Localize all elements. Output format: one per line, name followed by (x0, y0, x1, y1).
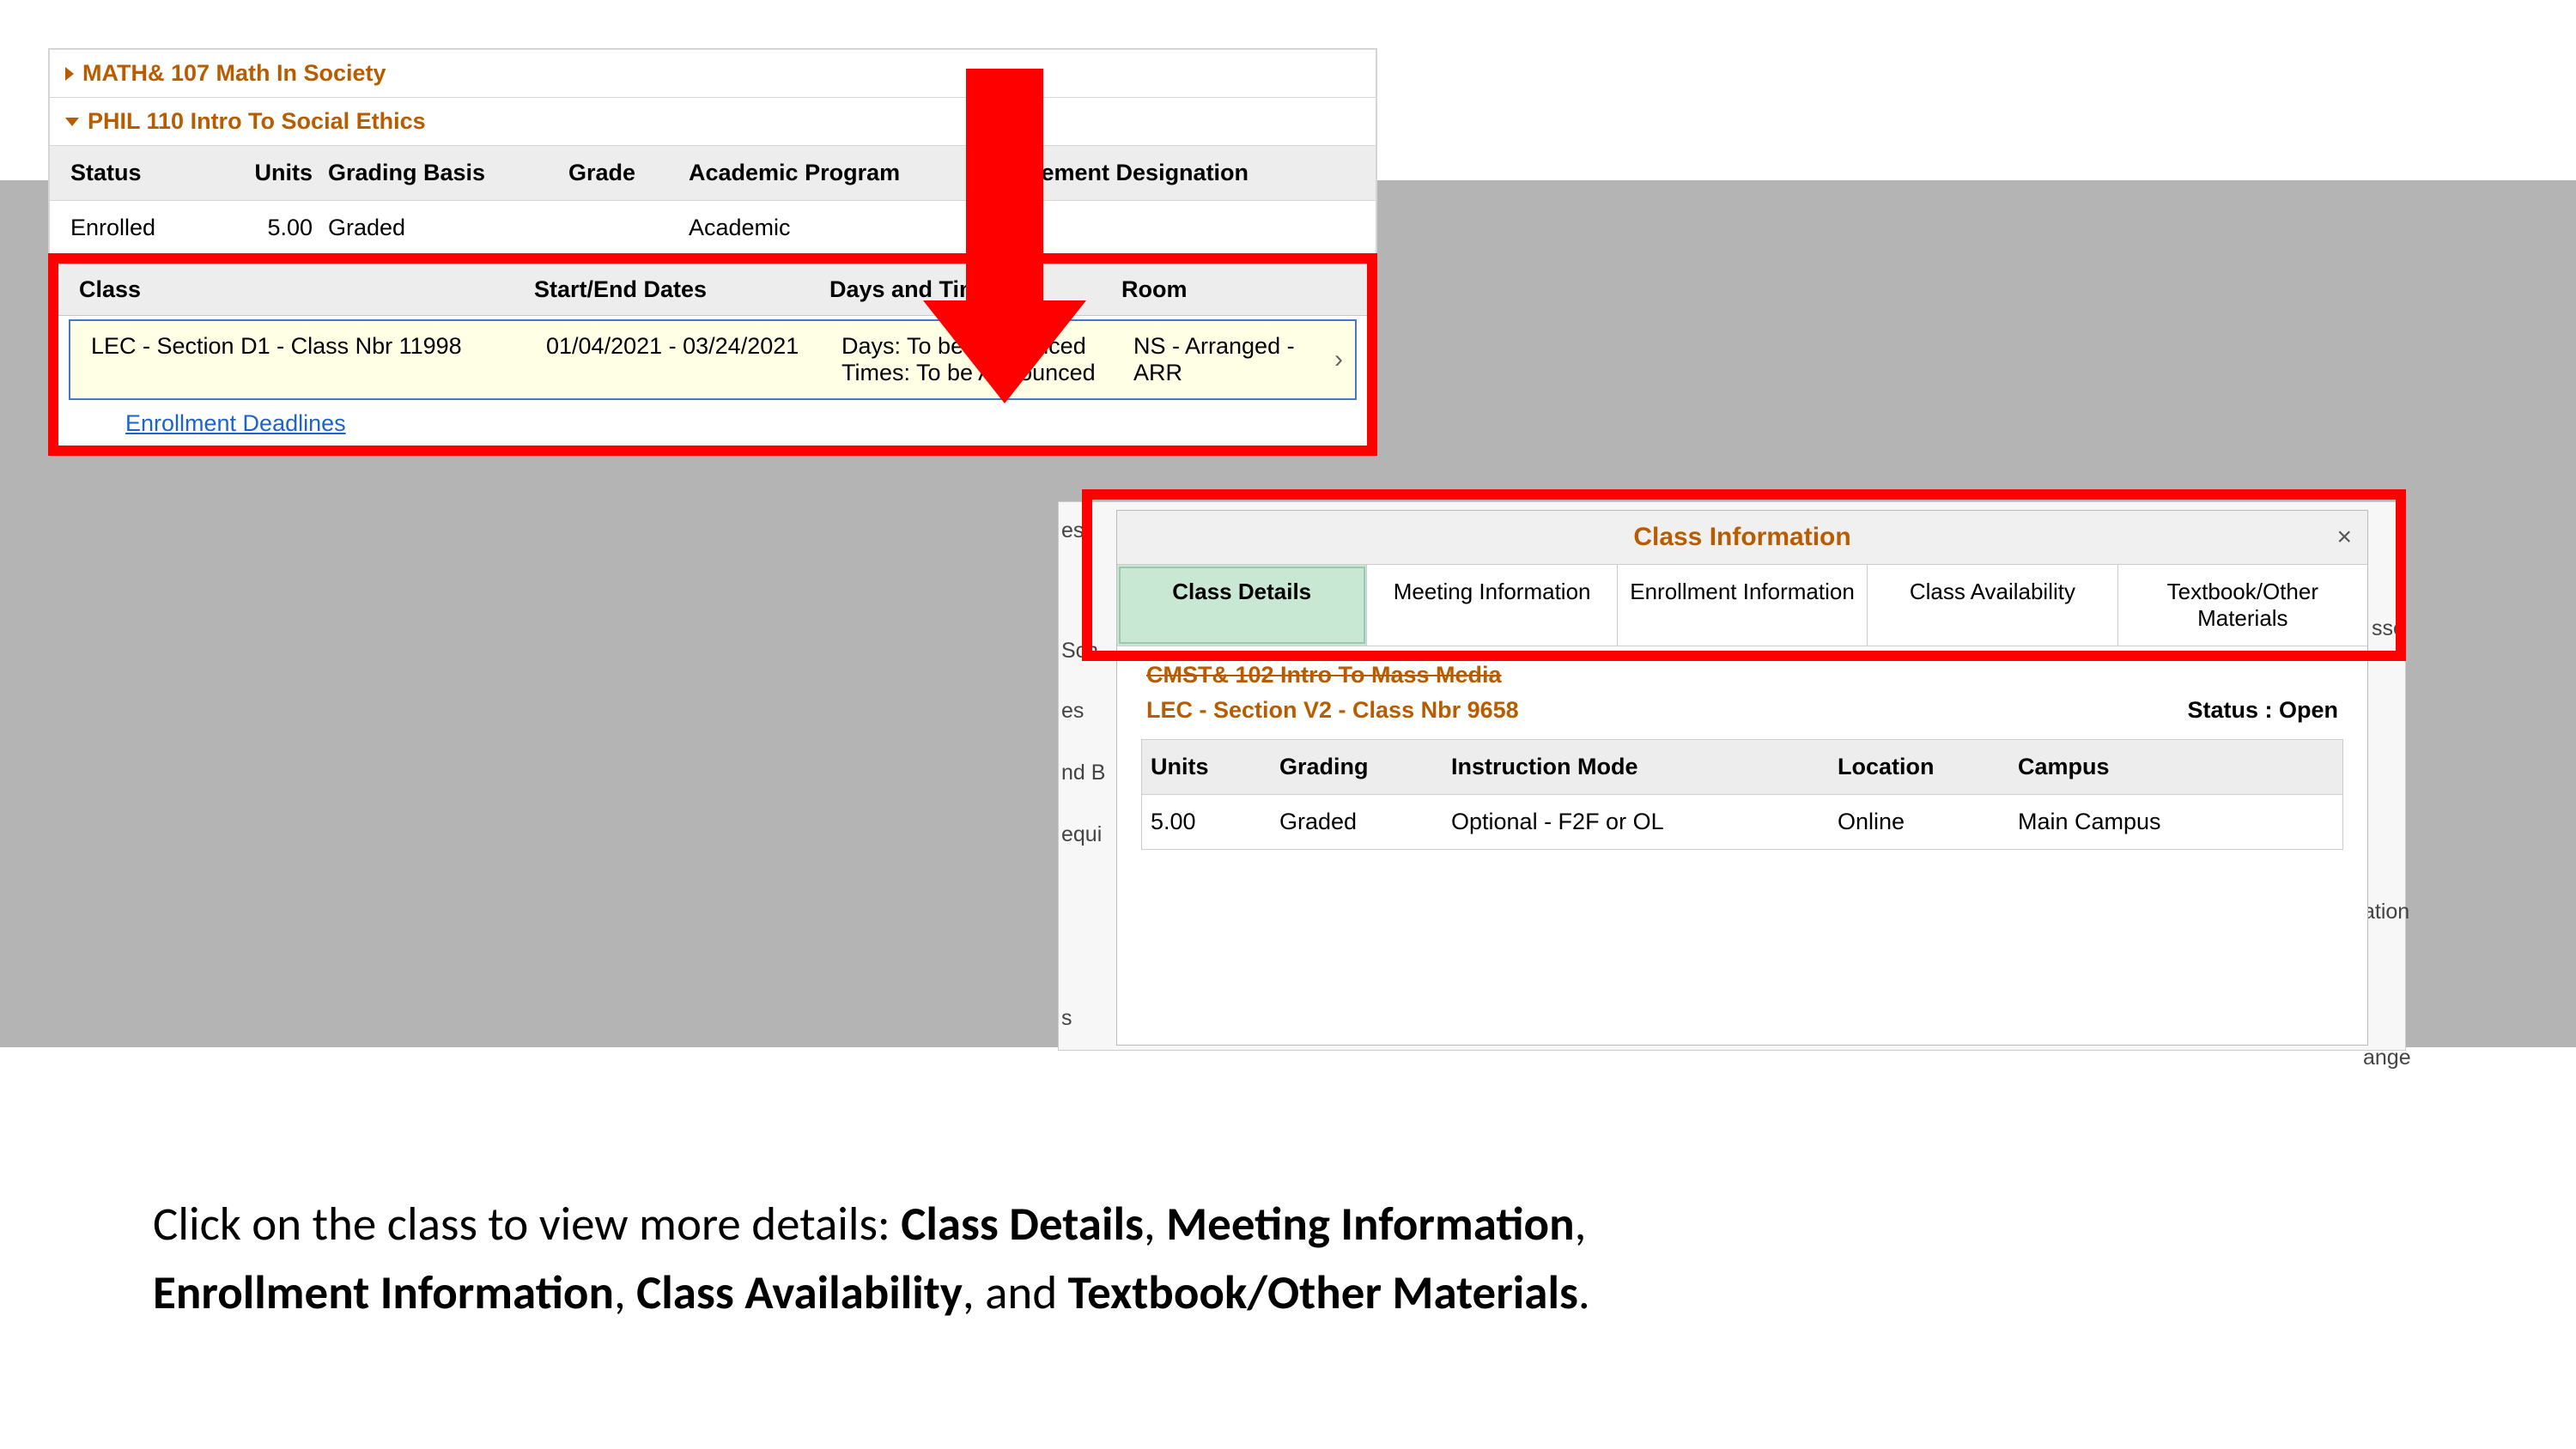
tab-enrollment-information[interactable]: Enrollment Information (1618, 565, 1868, 646)
val-grading: Graded (328, 215, 568, 241)
class-details-table: Units Grading Instruction Mode Location … (1141, 739, 2343, 850)
red-arrow-annotation (923, 69, 1086, 403)
course-link-label: MATH& 107 Math In Society (82, 60, 386, 87)
dhdr-location: Location (1838, 754, 2018, 780)
hdr-class: Class (79, 276, 534, 303)
hdr-dates: Start/End Dates (534, 276, 829, 303)
d-location: Online (1838, 809, 2018, 835)
caption-b1: Class Details (901, 1195, 1144, 1252)
enrollment-deadlines-link[interactable]: Enrollment Deadlines (58, 405, 346, 440)
hdr-grading: Grading Basis (328, 160, 568, 186)
class-information-modal: Class Information × Class Details Meetin… (1116, 510, 2368, 1046)
bg-text: es (1061, 699, 1084, 724)
val-room: NS - Arranged - ARR (1133, 333, 1334, 386)
schedule-panel: MATH& 107 Math In Society PHIL 110 Intro… (48, 48, 1377, 456)
bg-text: equi (1061, 822, 1102, 847)
status-table-row: Enrolled 5.00 Graded Academic (50, 201, 1376, 255)
close-icon[interactable]: × (2336, 523, 2352, 552)
step-text: Click on the class to view more details:… (153, 1185, 1590, 1327)
bg-text: ation (2363, 900, 2409, 925)
status-table-header: Status Units Grading Basis Grade Academi… (50, 146, 1376, 201)
tab-meeting-information[interactable]: Meeting Information (1367, 565, 1617, 646)
val-status: Enrolled (70, 215, 242, 241)
val-grade (568, 215, 689, 241)
tab-textbook-materials[interactable]: Textbook/Other Materials (2118, 565, 2367, 646)
d-campus: Main Campus (2018, 809, 2334, 835)
d-instruction: Optional - F2F or OL (1451, 809, 1838, 835)
val-class: LEC - Section D1 - Class Nbr 11998 (91, 333, 546, 386)
previous-course-label: CMST& 102 Intro To Mass Media (1117, 646, 2367, 688)
details-data-row: 5.00 Graded Optional - F2F or OL Online … (1142, 795, 2342, 849)
d-grading: Graded (1279, 809, 1451, 835)
hdr-room: Room (1121, 276, 1346, 303)
bg-text: sse (2372, 616, 2405, 641)
hdr-units: Units (242, 160, 328, 186)
bg-text: ange (2363, 1046, 2411, 1070)
section-label: LEC - Section V2 - Class Nbr 9658 (1146, 697, 1519, 724)
instruction-caption: Click on the class to view more details:… (129, 1185, 2447, 1327)
class-row-clickable[interactable]: LEC - Section D1 - Class Nbr 11998 01/04… (69, 319, 1357, 400)
collapse-icon (65, 118, 79, 126)
caption-c1: , (1144, 1195, 1166, 1252)
section-status: Status : Open (2187, 697, 2338, 724)
val-units: 5.00 (242, 215, 328, 241)
dhdr-units: Units (1151, 754, 1279, 780)
course-link-label: PHIL 110 Intro To Social Ethics (88, 108, 426, 135)
caption-c2: , (1575, 1195, 1587, 1252)
caption-c4: , and (963, 1264, 1068, 1321)
modal-tabs: Class Details Meeting Information Enroll… (1117, 564, 2367, 646)
expand-icon (65, 67, 74, 81)
caption-pre: Click on the class to view more details: (153, 1195, 901, 1252)
dhdr-instruction: Instruction Mode (1451, 754, 1838, 780)
bg-text: s (1061, 1006, 1072, 1031)
modal-title: Class Information (1633, 523, 1850, 551)
chevron-right-icon: › (1334, 345, 1343, 374)
highlighted-class-block: Class Start/End Dates Days and Times Roo… (48, 253, 1377, 456)
details-header-row: Units Grading Instruction Mode Location … (1142, 740, 2342, 795)
class-table-header: Class Start/End Dates Days and Times Roo… (58, 264, 1367, 316)
caption-b2: Meeting Information (1166, 1195, 1575, 1252)
caption-b4: Class Availability (636, 1264, 963, 1321)
caption-b3: Enrollment Information (153, 1264, 614, 1321)
dhdr-grading: Grading (1279, 754, 1451, 780)
hdr-status: Status (70, 160, 242, 186)
bg-text: Sch (1061, 639, 1098, 664)
val-dates: 01/04/2021 - 03/24/2021 (546, 333, 841, 386)
course-row-phil110[interactable]: PHIL 110 Intro To Social Ethics (50, 98, 1376, 146)
hdr-grade: Grade (568, 160, 689, 186)
d-units: 5.00 (1151, 809, 1279, 835)
caption-b5: Textbook/Other Materials (1068, 1264, 1578, 1321)
dhdr-campus: Campus (2018, 754, 2334, 780)
bg-text: nd B (1061, 761, 1105, 785)
modal-header: Class Information × (1117, 511, 2367, 564)
tab-class-details[interactable]: Class Details (1117, 565, 1367, 646)
course-row-math107[interactable]: MATH& 107 Math In Society (50, 50, 1376, 98)
tab-class-availability[interactable]: Class Availability (1868, 565, 2117, 646)
caption-c3: , (614, 1264, 636, 1321)
caption-c5: . (1578, 1264, 1590, 1321)
section-status-row: LEC - Section V2 - Class Nbr 9658 Status… (1117, 688, 2367, 739)
bg-text: es (1061, 518, 1084, 543)
